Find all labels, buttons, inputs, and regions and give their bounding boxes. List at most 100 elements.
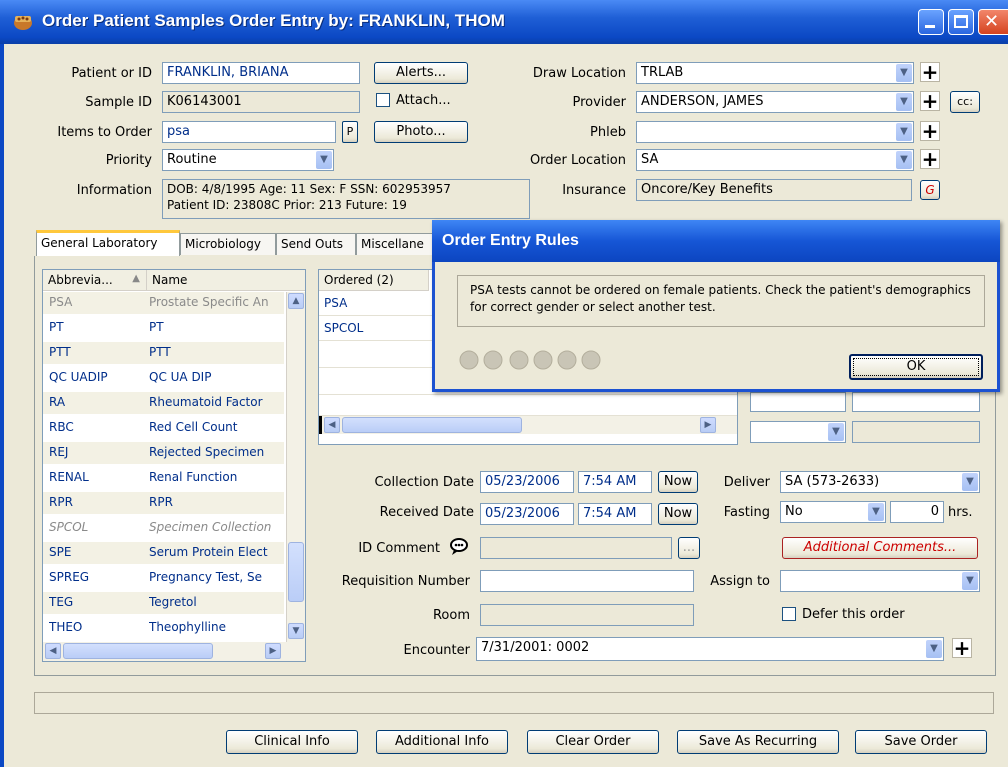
dialog-message: PSA tests cannot be ordered on female pa…	[457, 275, 985, 327]
list-item-abbrev: TEG	[49, 595, 74, 609]
speech-bubble-icon[interactable]	[448, 536, 470, 556]
cc-button[interactable]: cc:	[950, 91, 980, 113]
scroll-thumb[interactable]	[288, 542, 304, 602]
chevron-down-icon[interactable]: ▼	[896, 151, 912, 169]
hidden-select-2[interactable]: ▼	[750, 421, 846, 443]
window-title-bar[interactable]: Order Patient Samples Order Entry by: FR…	[0, 0, 1008, 44]
save-order-button[interactable]: Save Order	[855, 730, 987, 754]
alerts-button[interactable]: Alerts...	[374, 62, 468, 84]
app-logo-icon	[14, 16, 32, 30]
hidden-select-1[interactable]	[750, 392, 846, 412]
photo-button[interactable]: Photo...	[374, 121, 468, 143]
defer-checkbox[interactable]	[782, 607, 796, 621]
fasting-select[interactable]: No ▼	[780, 501, 886, 523]
add-provider-icon[interactable]: +	[920, 91, 940, 111]
list-item[interactable]: PSA Prostate Specific An	[43, 292, 284, 314]
received-time-input[interactable]: 7:54 AM	[578, 503, 652, 525]
received-now-button[interactable]: Now	[658, 503, 698, 525]
priority-select[interactable]: Routine ▼	[162, 149, 334, 171]
list-vertical-scrollbar[interactable]: ▲ ▼	[286, 292, 305, 642]
additional-info-button[interactable]: Additional Info	[376, 730, 508, 754]
list-item[interactable]: RENAL Renal Function	[43, 467, 284, 489]
chevron-down-icon[interactable]: ▼	[316, 151, 332, 169]
order-entry-rules-dialog[interactable]: Order Entry Rules PSA tests cannot be or…	[432, 220, 1000, 392]
list-item[interactable]: PTT PTT	[43, 342, 284, 364]
list-item[interactable]: RBC Red Cell Count	[43, 417, 284, 439]
collection-now-button[interactable]: Now	[658, 471, 698, 493]
g-button[interactable]: G	[920, 180, 940, 200]
list-item[interactable]: PT PT	[43, 317, 284, 339]
patient-input[interactable]: FRANKLIN, BRIANA	[162, 62, 360, 84]
p-button[interactable]: P	[342, 121, 358, 143]
list-item[interactable]: SPREG Pregnancy Test, Se	[43, 567, 284, 589]
col-abbrev-header[interactable]: Abbrevia... ▲	[43, 270, 147, 291]
scroll-right-icon[interactable]: ▶	[700, 417, 716, 433]
additional-comments-button[interactable]: Additional Comments...	[782, 537, 978, 559]
hidden-field-1[interactable]	[852, 392, 980, 412]
list-horizontal-scrollbar[interactable]: ◀ ▶	[43, 642, 305, 661]
chevron-down-icon[interactable]: ▼	[962, 473, 978, 491]
list-item[interactable]: QC UADIP QC UA DIP	[43, 367, 284, 389]
scroll-up-icon[interactable]: ▲	[288, 293, 304, 309]
list-item[interactable]: RA Rheumatoid Factor	[43, 392, 284, 414]
clear-order-button[interactable]: Clear Order	[527, 730, 659, 754]
order-location-value: SA	[641, 152, 659, 167]
list-item[interactable]: SPE Serum Protein Elect	[43, 542, 284, 564]
collection-date-input[interactable]: 05/23/2006	[480, 471, 574, 493]
add-order-location-icon[interactable]: +	[920, 149, 940, 169]
tab-send-outs[interactable]: Send Outs	[276, 233, 356, 255]
save-recurring-button[interactable]: Save As Recurring	[677, 730, 839, 754]
clinical-info-button[interactable]: Clinical Info	[226, 730, 358, 754]
deliver-select[interactable]: SA (573-2633) ▼	[780, 471, 980, 493]
fasting-hours-input[interactable]: 0	[890, 501, 944, 523]
id-comment-ellipsis-button[interactable]: ...	[678, 537, 700, 559]
provider-select[interactable]: ANDERSON, JAMES ▼	[636, 91, 914, 113]
add-phleb-icon[interactable]: +	[920, 121, 940, 141]
close-button[interactable]: ✕	[978, 9, 1008, 35]
list-item[interactable]: TEG Tegretol	[43, 592, 284, 614]
dialog-title[interactable]: Order Entry Rules	[432, 220, 1000, 262]
minimize-button[interactable]	[918, 9, 944, 35]
chevron-down-icon[interactable]: ▼	[828, 423, 844, 441]
scroll-thumb[interactable]	[342, 417, 522, 433]
list-item[interactable]: RPR RPR	[43, 492, 284, 514]
tab-general-laboratory[interactable]: General Laboratory	[36, 230, 180, 256]
order-location-select[interactable]: SA ▼	[636, 149, 914, 171]
scroll-thumb[interactable]	[63, 643, 213, 659]
maximize-button[interactable]	[948, 9, 974, 35]
received-date-input[interactable]: 05/23/2006	[480, 503, 574, 525]
ok-button[interactable]: OK	[849, 354, 983, 380]
list-item-name: Serum Protein Elect	[149, 545, 268, 559]
information-box: DOB: 4/8/1995 Age: 11 Sex: F SSN: 602953…	[162, 179, 530, 219]
chevron-down-icon[interactable]: ▼	[896, 123, 912, 141]
phleb-select[interactable]: ▼	[636, 121, 914, 143]
encounter-select[interactable]: 7/31/2001: 0002 ▼	[476, 637, 944, 661]
ordered-horizontal-scrollbar[interactable]: ◀ ▶	[319, 416, 737, 434]
scroll-left-icon[interactable]: ◀	[324, 417, 340, 433]
chevron-down-icon[interactable]: ▼	[896, 64, 912, 82]
add-encounter-icon[interactable]: +	[952, 638, 972, 658]
assign-to-select[interactable]: ▼	[780, 570, 980, 592]
chevron-down-icon[interactable]: ▼	[926, 640, 942, 658]
col-name-header[interactable]: Name	[147, 270, 305, 291]
chevron-down-icon[interactable]: ▼	[962, 572, 978, 590]
list-item[interactable]: THEO Theophylline	[43, 617, 284, 639]
draw-location-select[interactable]: TRLAB ▼	[636, 62, 914, 84]
tab-microbiology[interactable]: Microbiology	[180, 233, 276, 255]
list-item[interactable]: REJ Rejected Specimen	[43, 442, 284, 464]
chevron-down-icon[interactable]: ▼	[896, 93, 912, 111]
scroll-down-icon[interactable]: ▼	[288, 623, 304, 639]
items-to-order-input[interactable]: psa	[162, 121, 336, 143]
collection-time-input[interactable]: 7:54 AM	[578, 471, 652, 493]
requisition-input[interactable]	[480, 570, 694, 592]
tab-miscellaneous[interactable]: Miscellane	[356, 233, 436, 255]
add-draw-location-icon[interactable]: +	[920, 62, 940, 82]
chevron-down-icon[interactable]: ▼	[868, 503, 884, 521]
provider-label: Provider	[572, 95, 626, 110]
scroll-left-icon[interactable]: ◀	[45, 643, 61, 659]
ordered-header[interactable]: Ordered (2)	[319, 270, 429, 291]
list-item[interactable]: SPCOL Specimen Collection	[43, 517, 284, 539]
attach-checkbox[interactable]	[376, 93, 390, 107]
scroll-right-icon[interactable]: ▶	[265, 643, 281, 659]
test-list[interactable]: Abbrevia... ▲ Name PSA Prostate Specific …	[42, 269, 306, 662]
